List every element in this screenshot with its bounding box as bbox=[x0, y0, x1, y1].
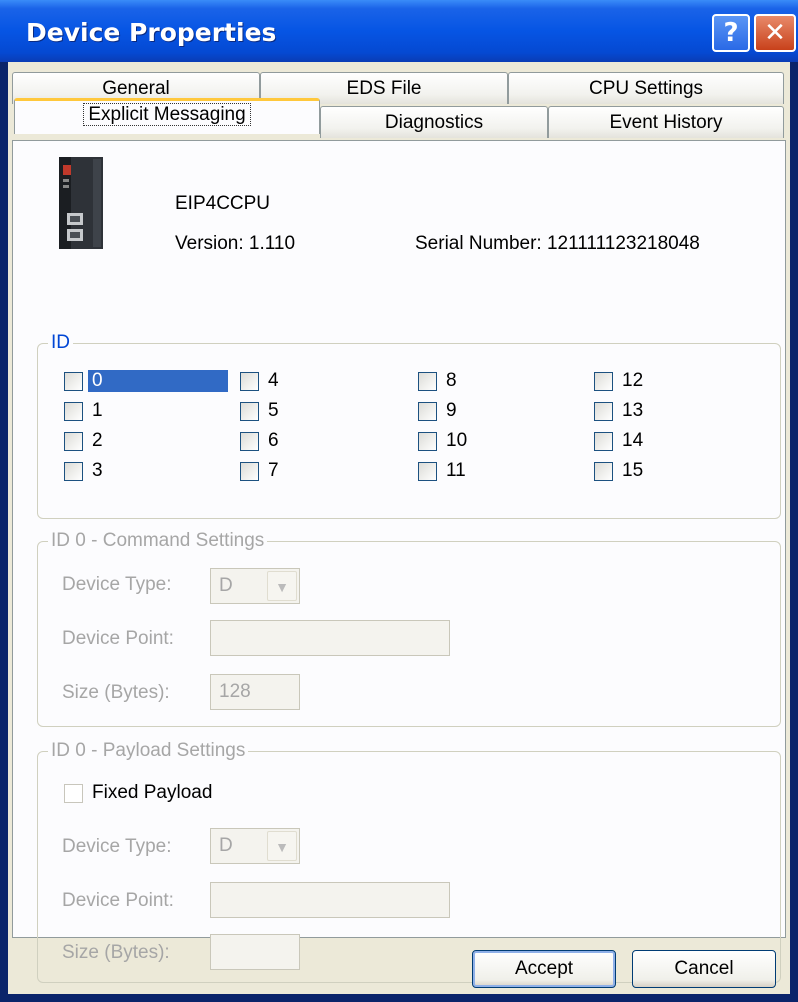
fixed-payload-checkbox[interactable] bbox=[64, 784, 83, 803]
id-label-11: 11 bbox=[446, 460, 466, 481]
title-bar[interactable]: Device Properties ? ✕ bbox=[0, 0, 798, 62]
id-checkbox-7[interactable] bbox=[240, 462, 259, 481]
id-label-14: 14 bbox=[622, 430, 644, 451]
id-checkbox-8[interactable] bbox=[418, 372, 437, 391]
help-button[interactable]: ? bbox=[712, 14, 750, 52]
payload-size-input[interactable] bbox=[210, 934, 300, 970]
id-checkbox-6[interactable] bbox=[240, 432, 259, 451]
chevron-down-icon[interactable]: ▼ bbox=[267, 571, 297, 601]
id-checkbox-3[interactable] bbox=[64, 462, 83, 481]
id-label-0: 0 bbox=[88, 370, 228, 392]
payload-device-point-label: Device Point: bbox=[62, 890, 174, 911]
device-version: Version: 1.110 bbox=[175, 233, 296, 254]
tab-cpu-settings[interactable]: CPU Settings bbox=[508, 72, 784, 104]
id-label-5: 5 bbox=[268, 400, 279, 421]
id-group-legend: ID bbox=[48, 331, 73, 355]
device-name: EIP4CCPU bbox=[175, 193, 271, 214]
id-group: ID 0 1 2 3 4 5 6 7 8 9 10 11 12 13 14 15 bbox=[37, 331, 781, 519]
device-properties-window: Device Properties ? ✕ General EDS File C… bbox=[0, 0, 798, 1002]
id-label-3: 3 bbox=[92, 460, 103, 481]
id-label-7: 7 bbox=[268, 460, 279, 481]
command-size-input[interactable]: 128 bbox=[210, 674, 300, 710]
payload-settings-group: ID 0 - Payload Settings Fixed Payload De… bbox=[37, 739, 781, 983]
id-checkbox-4[interactable] bbox=[240, 372, 259, 391]
device-serial-number: Serial Number: 121111123218048 bbox=[415, 233, 700, 254]
payload-device-type-select[interactable]: D ▼ bbox=[210, 828, 300, 864]
id-checkbox-14[interactable] bbox=[594, 432, 613, 451]
payload-settings-legend: ID 0 - Payload Settings bbox=[48, 739, 249, 763]
id-label-6: 6 bbox=[268, 430, 279, 451]
id-checkbox-1[interactable] bbox=[64, 402, 83, 421]
id-checkbox-13[interactable] bbox=[594, 402, 613, 421]
command-settings-group: ID 0 - Command Settings Device Type: D ▼… bbox=[37, 529, 781, 727]
tab-panel: EIP4CCPU Version: 1.110 Serial Number: 1… bbox=[12, 140, 786, 983]
tab-diagnostics[interactable]: Diagnostics bbox=[320, 106, 548, 138]
id-label-10: 10 bbox=[446, 430, 468, 451]
command-device-type-select[interactable]: D ▼ bbox=[210, 568, 300, 604]
close-button[interactable]: ✕ bbox=[754, 14, 796, 52]
command-settings-legend: ID 0 - Command Settings bbox=[48, 529, 268, 553]
id-checkbox-5[interactable] bbox=[240, 402, 259, 421]
id-checkbox-9[interactable] bbox=[418, 402, 437, 421]
tab-explicit-messaging[interactable]: Explicit Messaging bbox=[14, 98, 320, 134]
command-device-type-label: Device Type: bbox=[62, 574, 172, 595]
id-label-8: 8 bbox=[446, 370, 457, 391]
id-checkbox-2[interactable] bbox=[64, 432, 83, 451]
id-label-15: 15 bbox=[622, 460, 644, 481]
payload-device-point-input[interactable] bbox=[210, 882, 450, 918]
command-size-label: Size (Bytes): bbox=[62, 682, 170, 703]
id-checkbox-11[interactable] bbox=[418, 462, 437, 481]
id-label-12: 12 bbox=[622, 370, 644, 391]
payload-device-type-label: Device Type: bbox=[62, 836, 172, 857]
id-label-4: 4 bbox=[268, 370, 279, 391]
accept-button[interactable]: Accept bbox=[472, 950, 616, 988]
tab-event-history[interactable]: Event History bbox=[548, 106, 784, 138]
fixed-payload-label: Fixed Payload bbox=[92, 782, 213, 803]
dialog-body: General EDS File CPU Settings Explicit M… bbox=[8, 62, 790, 994]
id-checkbox-0[interactable] bbox=[64, 372, 83, 391]
chevron-down-icon[interactable]: ▼ bbox=[267, 831, 297, 861]
window-title: Device Properties bbox=[26, 18, 277, 47]
id-label-9: 9 bbox=[446, 400, 457, 421]
id-checkbox-15[interactable] bbox=[594, 462, 613, 481]
payload-size-label: Size (Bytes): bbox=[62, 942, 170, 963]
plc-cpu-module-icon bbox=[59, 157, 103, 249]
id-label-13: 13 bbox=[622, 400, 644, 421]
id-checkbox-12[interactable] bbox=[594, 372, 613, 391]
id-checkbox-10[interactable] bbox=[418, 432, 437, 451]
command-device-point-input[interactable] bbox=[210, 620, 450, 656]
id-label-2: 2 bbox=[92, 430, 103, 451]
cancel-button[interactable]: Cancel bbox=[632, 950, 776, 988]
command-device-point-label: Device Point: bbox=[62, 628, 174, 649]
id-label-1: 1 bbox=[92, 400, 103, 421]
